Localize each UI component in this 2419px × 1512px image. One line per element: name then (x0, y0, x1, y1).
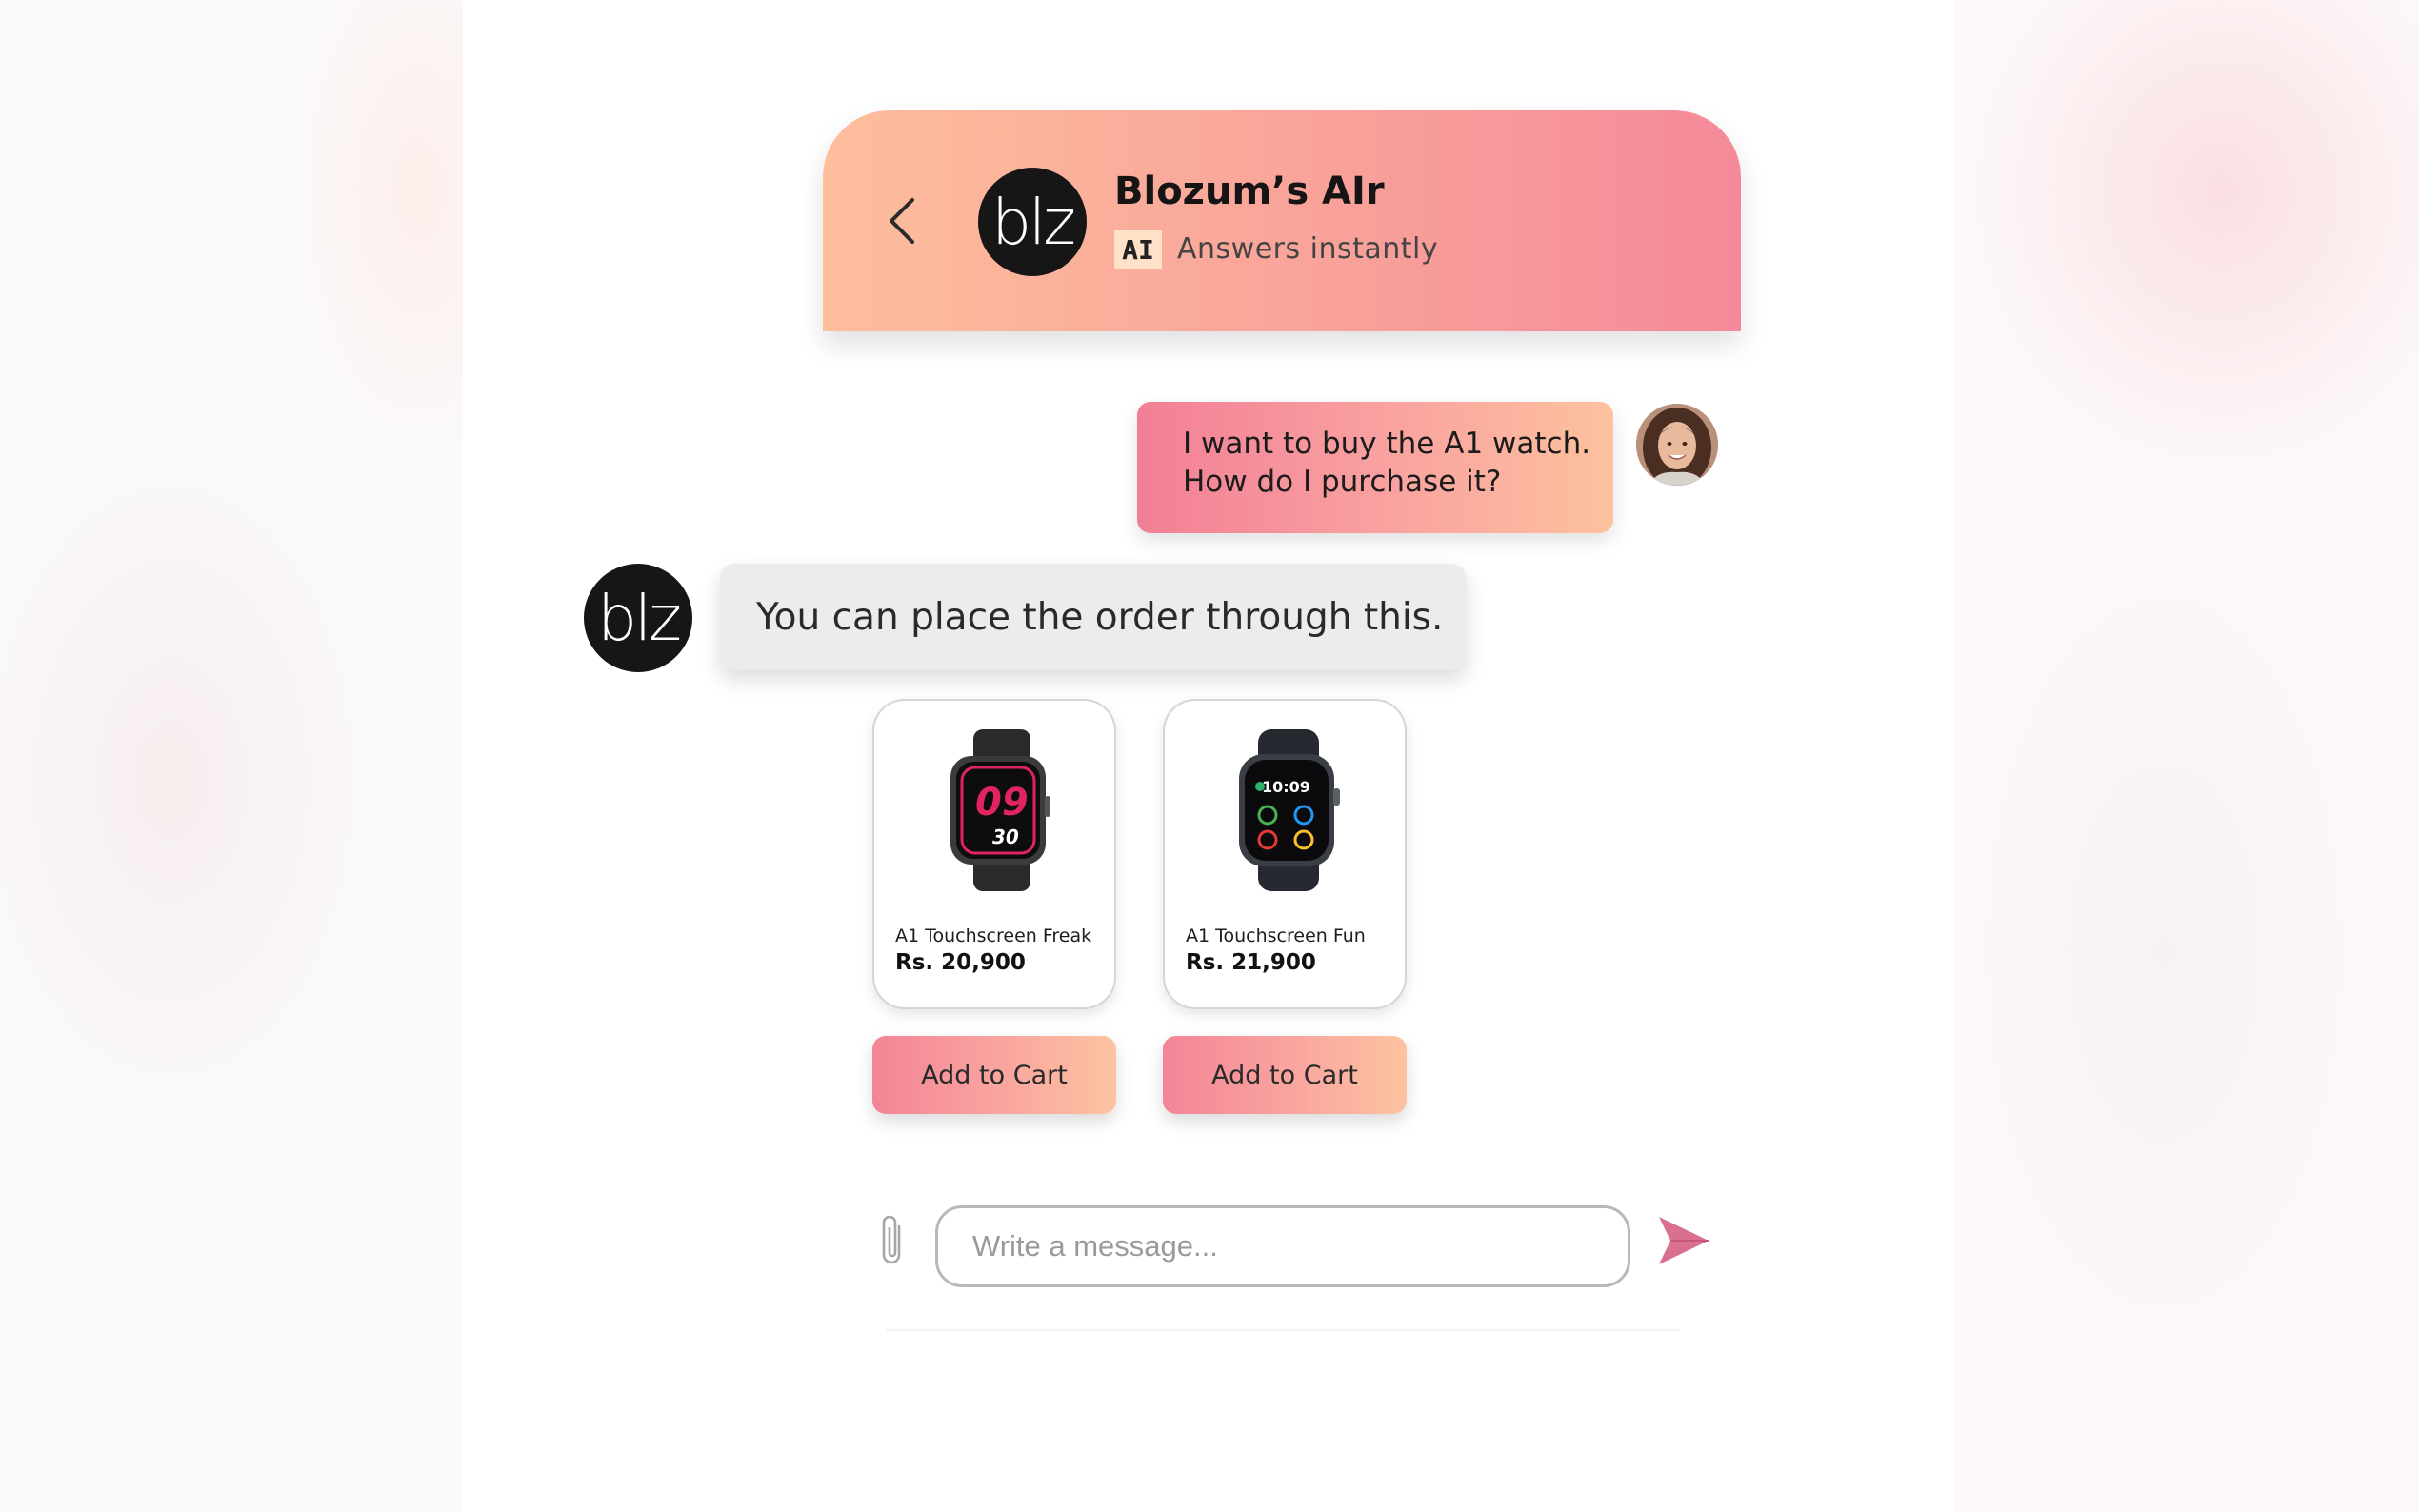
chat-header: blz Blozum’s AIr AI Answers instantly (823, 110, 1741, 331)
smartwatch-image: 10:09 (1239, 729, 1340, 891)
bot-avatar: blz (584, 564, 692, 672)
add-to-cart-button[interactable]: Add to Cart (1163, 1036, 1407, 1114)
ai-badge: AI (1114, 230, 1162, 269)
user-photo-icon (1636, 404, 1718, 486)
bot-avatar-header: blz (978, 168, 1087, 276)
user-avatar (1636, 404, 1718, 486)
message-input[interactable] (935, 1205, 1630, 1287)
add-to-cart-button[interactable]: Add to Cart (872, 1036, 1116, 1114)
watch-face-minute: 30 (992, 826, 1019, 848)
user-message-line-1: I want to buy the A1 watch. (1183, 427, 1591, 461)
product-name: A1 Touchscreen Fun (1186, 925, 1366, 946)
background-right (1954, 0, 2419, 1512)
header-title: Blozum’s AIr (1114, 169, 1385, 213)
back-chevron-icon[interactable] (880, 190, 928, 251)
product-price: Rs. 21,900 (1186, 950, 1316, 975)
header-subtitle: Answers instantly (1177, 232, 1439, 266)
composer-divider (886, 1329, 1680, 1331)
background-left (0, 0, 463, 1512)
product-card[interactable]: 10:09 A1 Touchscreen Fun Rs. 21,900 (1163, 699, 1407, 1009)
product-name: A1 Touchscreen Freak (895, 925, 1092, 946)
send-icon[interactable] (1657, 1213, 1710, 1268)
watch-face-time: 10:09 (1262, 778, 1310, 796)
product-card[interactable]: 09 30 A1 Touchscreen Freak Rs. 20,900 (872, 699, 1116, 1009)
user-message-bubble: I want to buy the A1 watch. How do I pur… (1137, 402, 1613, 533)
product-price: Rs. 20,900 (895, 950, 1026, 975)
smartwatch-image: 09 30 (950, 729, 1050, 891)
watch-face-hour: 09 (975, 781, 1029, 825)
user-message-line-2: How do I purchase it? (1183, 465, 1502, 499)
bot-message-bubble: You can place the order through this. (720, 564, 1467, 670)
paperclip-icon[interactable] (876, 1211, 909, 1272)
